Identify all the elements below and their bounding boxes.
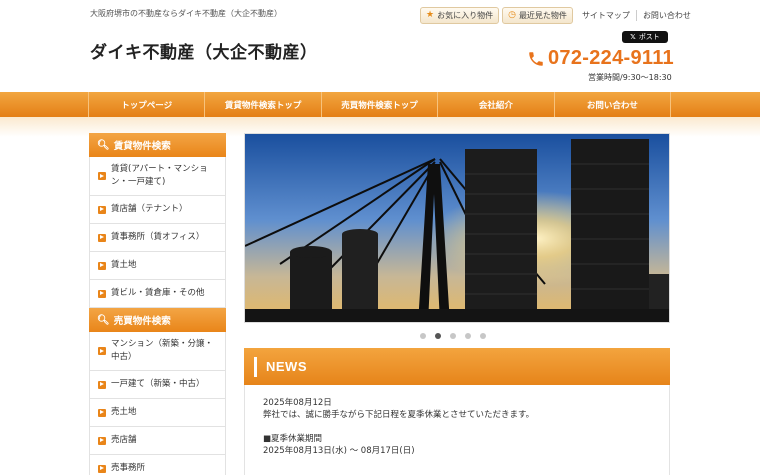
news-text: 弊社では、誠に勝手ながら下記日程を夏季休業とさせていただきます。	[263, 410, 535, 420]
phone-number-text: 072-224-9111	[548, 47, 674, 69]
sidebar-item-label: 賃貸(アパート・マンション・一戸建て)	[111, 164, 208, 187]
slider-dot-active[interactable]	[435, 333, 441, 339]
recent-label: 最近見た物件	[518, 10, 567, 20]
sidebar-item-rental-residential[interactable]: 賃貸(アパート・マンション・一戸建て)	[89, 157, 226, 196]
sidebar-item-label: 賃事務所（賃オフィス）	[111, 232, 205, 242]
slider-dot[interactable]	[420, 333, 426, 339]
global-nav: トップページ 賃貸物件検索トップ 売買物件検索トップ 会社紹介 お問い合わせ	[0, 92, 760, 117]
arrow-bullet-icon	[98, 205, 106, 214]
arrow-bullet-icon	[98, 289, 106, 298]
rental-search-heading-label: 賃貸物件検索	[113, 141, 171, 152]
news-heading: NEWS	[244, 348, 670, 385]
nav-item-rental-search[interactable]: 賃貸物件検索トップ	[204, 92, 320, 117]
sidebar-item-label: 賃土地	[111, 260, 137, 270]
hero-slider-image[interactable]	[244, 133, 670, 323]
nav-item-sale-search[interactable]: 売買物件検索トップ	[320, 92, 437, 117]
sale-search-heading-label: 売買物件検索	[113, 316, 171, 327]
search-icon: 🔍︎	[97, 314, 110, 326]
nav-item-contact[interactable]: お問い合わせ	[553, 92, 672, 117]
news-period-heading: ■夏季休業期間	[263, 434, 323, 444]
clock-icon: ◷	[508, 10, 516, 20]
nav-item-top[interactable]: トップページ	[88, 92, 204, 117]
arrow-bullet-icon	[98, 380, 106, 389]
arrow-bullet-icon	[98, 261, 106, 270]
arrow-bullet-icon	[98, 347, 106, 355]
sidebar-item-sale-shop[interactable]: 売店舗	[89, 427, 226, 455]
news-title: NEWS	[266, 359, 307, 374]
sidebar: 🔍︎ 賃貸物件検索 賃貸(アパート・マンション・一戸建て) 賃店舗（テナント） …	[89, 133, 226, 475]
phone-icon	[529, 51, 543, 66]
slider-dot[interactable]	[450, 333, 456, 339]
site-header: 大阪府堺市の不動産ならダイキ不動産（大企不動産） ダイキ不動産（大企不動産） ★…	[0, 0, 760, 92]
top-links: ★ お気に入り物件 ◷ 最近見た物件 サイトマップ お問い合わせ	[420, 6, 697, 24]
star-icon: ★	[426, 10, 435, 20]
search-icon: 🔍︎	[97, 139, 110, 151]
sidebar-item-sale-land[interactable]: 売土地	[89, 399, 226, 427]
x-post-button[interactable]: 𝕏 ポスト	[622, 31, 668, 43]
site-title[interactable]: ダイキ不動産（大企不動産）	[90, 38, 318, 63]
news-heading-bar	[254, 356, 257, 377]
x-post-label: ポスト	[638, 33, 660, 41]
sidebar-item-sale-house[interactable]: 一戸建て（新築・中古）	[89, 371, 226, 399]
city-bridge-photo	[245, 134, 669, 322]
phone-number[interactable]: 072-224-9111	[527, 47, 674, 70]
sidebar-item-label: 一戸建て（新築・中古）	[111, 379, 205, 389]
sidebar-item-sale-office[interactable]: 売事務所	[89, 455, 226, 475]
sidebar-item-rental-land[interactable]: 賃土地	[89, 252, 226, 280]
news-date: 2025年08月12日	[263, 398, 332, 408]
sidebar-item-label: 売店舗	[111, 435, 137, 445]
sidebar-item-label: 賃店舗（テナント）	[111, 204, 188, 214]
sidebar-item-rental-office[interactable]: 賃事務所（賃オフィス）	[89, 224, 226, 252]
favorites-label: お気に入り物件	[437, 10, 494, 20]
sidebar-item-rental-building[interactable]: 賃ビル・賃倉庫・その他	[89, 280, 226, 308]
nav-item-company[interactable]: 会社紹介	[437, 92, 553, 117]
sidebar-item-sale-condo[interactable]: マンション（新築・分譲・中古）	[89, 332, 226, 371]
business-hours: 営業時間/9:30～18:30	[588, 73, 672, 82]
site-tagline: 大阪府堺市の不動産ならダイキ不動産（大企不動産）	[90, 9, 282, 18]
recent-button[interactable]: ◷ 最近見た物件	[502, 6, 573, 24]
sale-search-heading: 🔍︎ 売買物件検索	[89, 308, 226, 332]
sidebar-item-label: 売土地	[111, 407, 137, 417]
arrow-bullet-icon	[98, 464, 106, 473]
sidebar-item-label: マンション（新築・分譲・中古）	[111, 339, 214, 362]
news-period: 2025年08月13日(水) ～ 08月17日(日)	[263, 446, 415, 456]
favorites-button[interactable]: ★ お気に入り物件	[420, 6, 500, 24]
sidebar-item-label: 売事務所	[111, 463, 146, 473]
arrow-bullet-icon	[98, 408, 106, 417]
sitemap-link[interactable]: サイトマップ	[576, 10, 636, 21]
slider-pagination	[420, 333, 495, 339]
arrow-bullet-icon	[98, 436, 106, 445]
rental-search-heading: 🔍︎ 賃貸物件検索	[89, 133, 226, 157]
sidebar-item-rental-shop[interactable]: 賃店舗（テナント）	[89, 196, 226, 224]
slider-dot[interactable]	[465, 333, 471, 339]
slider-dot[interactable]	[480, 333, 486, 339]
arrow-bullet-icon	[98, 233, 106, 242]
sidebar-item-label: 賃ビル・賃倉庫・その他	[111, 288, 205, 298]
x-logo-icon: 𝕏	[630, 33, 636, 41]
arrow-bullet-icon	[98, 172, 106, 180]
contact-link[interactable]: お問い合わせ	[635, 9, 697, 21]
news-body: 2025年08月12日 弊社では、誠に勝手ながら下記日程を夏季休業とさせていただ…	[244, 385, 670, 475]
